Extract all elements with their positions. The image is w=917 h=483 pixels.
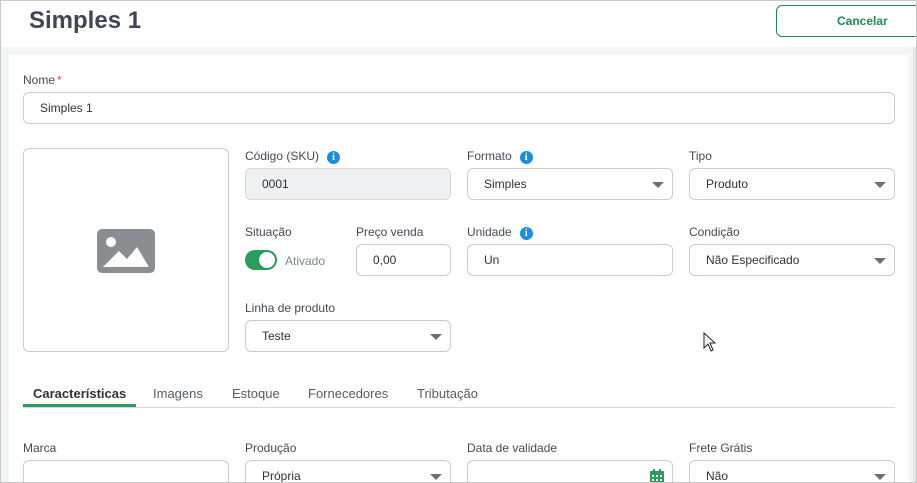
data-validade-label: Data de validade [467,441,558,455]
sku-input[interactable]: 0001 [245,168,451,200]
marca-input[interactable] [23,460,229,482]
required-mark: * [57,73,62,87]
tipo-select-value: Produto [706,177,749,191]
condicao-select[interactable]: Não Especificado [689,244,895,276]
chevron-down-icon [652,182,664,188]
frete-gratis-select-value: Não [706,469,729,483]
unidade-input[interactable]: Un [467,244,673,276]
linha-produto-select-value: Teste [262,329,291,343]
toggle-knob [259,252,275,268]
producao-label: Produção [245,441,297,455]
frete-gratis-select[interactable]: Não [689,460,895,483]
linha-produto-select[interactable]: Teste [245,320,451,352]
tab-tributacao[interactable]: Tributação [407,384,488,407]
nome-label-text: Nome [23,73,56,87]
cancel-button[interactable]: Cancelar [776,5,916,37]
formato-label: Formato i [467,149,533,164]
tab-estoque[interactable]: Estoque [222,384,290,407]
calendar-icon[interactable] [650,469,664,483]
product-form-card: Nome * Simples 1 Código (SKU) i 0001 Forma… [9,55,909,483]
linha-produto-label: Linha de produto [245,301,336,315]
app-frame: Simples 1 Cancelar Nome * Simples 1 Códig… [0,0,917,483]
chevron-down-icon [430,334,442,340]
info-icon[interactable]: i [519,151,533,164]
info-icon[interactable]: i [519,227,533,240]
preco-venda-label: Preço venda [356,225,424,239]
tab-imagens[interactable]: Imagens [143,384,213,407]
info-icon[interactable]: i [327,151,341,164]
nome-input-value: Simples 1 [40,101,93,115]
chevron-down-icon [430,474,442,480]
unidade-input-value: Un [484,253,500,267]
product-tabs: Características Imagens Estoque Forneced… [23,384,895,408]
formato-label-text: Formato [467,149,512,163]
producao-select[interactable]: Própria [245,460,451,483]
image-placeholder-icon [97,229,155,273]
producao-select-value: Própria [262,469,301,483]
tab-fornecedores[interactable]: Fornecedores [298,384,398,407]
condicao-label: Condição [689,225,740,239]
preco-venda-input[interactable]: 0,00 [356,244,451,276]
tab-caracteristicas[interactable]: Características [23,384,137,407]
formato-select[interactable]: Simples [467,168,673,200]
product-image-dropzone[interactable] [23,148,229,352]
unidade-label: Unidade i [467,225,533,240]
condicao-select-value: Não Especificado [706,253,800,267]
frete-gratis-label: Frete Grátis [689,441,753,455]
marca-label: Marca [23,441,57,455]
sku-input-value: 0001 [262,177,289,191]
sku-label-text: Código (SKU) [245,149,320,163]
chevron-down-icon [874,258,886,264]
chevron-down-icon [874,182,886,188]
situacao-toggle[interactable] [245,250,277,270]
tipo-select[interactable]: Produto [689,168,895,200]
page-title: Simples 1 [29,7,142,34]
tipo-label: Tipo [689,149,712,163]
situacao-toggle-text: Ativado [285,254,326,268]
situacao-label: Situação [245,225,292,239]
unidade-label-text: Unidade [467,225,512,239]
data-validade-input[interactable] [467,460,673,483]
mouse-cursor-icon [703,332,716,352]
preco-venda-value: 0,00 [373,253,397,267]
scrollbar-track[interactable] [913,47,916,482]
page-header: Simples 1 Cancelar [1,1,916,47]
nome-label: Nome * [23,73,62,87]
nome-input[interactable]: Simples 1 [23,92,895,124]
chevron-down-icon [874,474,886,480]
formato-select-value: Simples [484,177,527,191]
sku-label: Código (SKU) i [245,149,341,164]
